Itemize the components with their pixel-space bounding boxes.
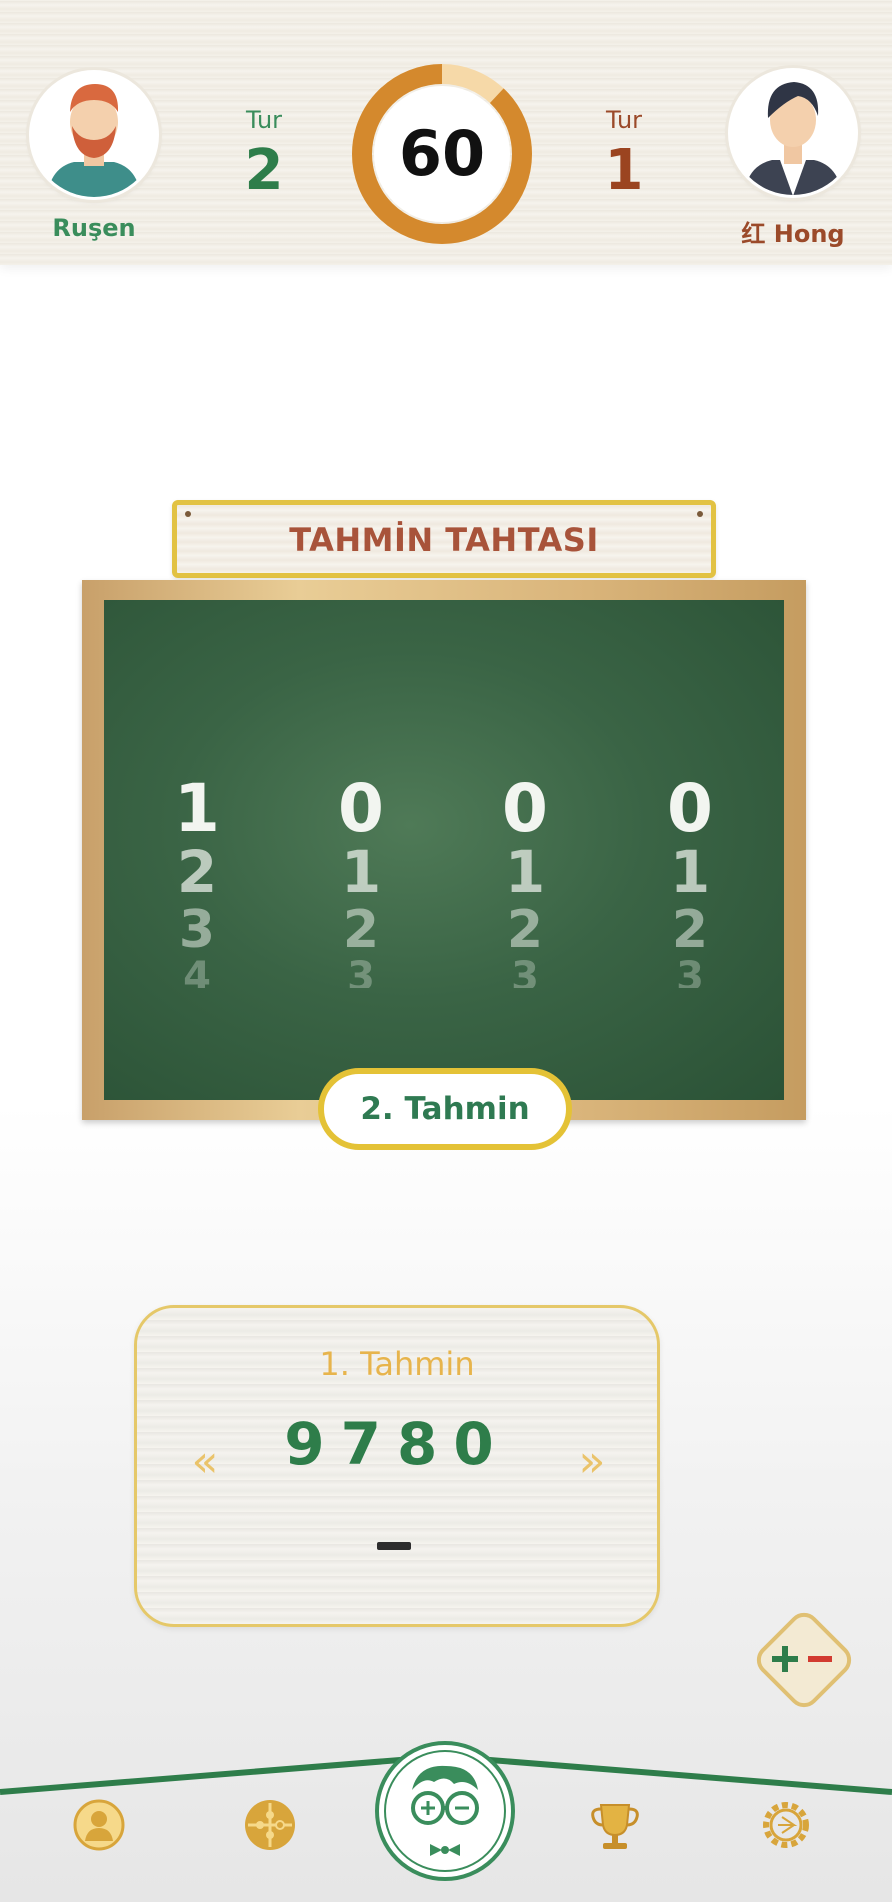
player-left-round-label: Tur bbox=[245, 106, 283, 134]
digit-option: 3 bbox=[676, 954, 704, 988]
digit-selected: 0 bbox=[667, 770, 713, 847]
digit-option: 3 bbox=[511, 954, 539, 988]
digit-option: 2 bbox=[506, 900, 544, 960]
man-in-suit-icon bbox=[744, 82, 842, 195]
history-guess-title: 1. Tahmin bbox=[319, 1345, 475, 1383]
player-right-avatar[interactable] bbox=[728, 68, 858, 198]
digit-option: 2 bbox=[176, 838, 218, 906]
player-right-round-label: Tur bbox=[605, 106, 643, 134]
digit-option: 4 bbox=[183, 954, 211, 988]
player-left-avatar[interactable] bbox=[29, 70, 159, 200]
digit-selected: 0 bbox=[338, 770, 384, 847]
game-header: Ruşen Tur 2 60 Tur 1 红 Hong bbox=[0, 0, 892, 265]
player-left-name: Ruşen bbox=[52, 214, 136, 242]
plus-minus-button[interactable] bbox=[748, 1604, 860, 1716]
profile-icon[interactable] bbox=[69, 1795, 129, 1855]
digit-selected: 0 bbox=[502, 770, 548, 847]
digit-option: 1 bbox=[669, 838, 711, 906]
digit-option: 2 bbox=[342, 900, 380, 960]
next-guess-button[interactable]: » bbox=[562, 1436, 622, 1487]
player-right-name: 红 Hong bbox=[741, 220, 845, 248]
timer-value: 60 bbox=[398, 117, 486, 190]
settings-icon[interactable] bbox=[756, 1795, 816, 1855]
player-right-round-value: 1 bbox=[604, 138, 644, 203]
player-left-round-value: 2 bbox=[244, 138, 284, 203]
puzzle-icon[interactable] bbox=[240, 1795, 300, 1855]
submit-guess-button[interactable]: 2. Tahmin bbox=[318, 1068, 572, 1150]
trophy-icon[interactable] bbox=[585, 1795, 645, 1855]
digit-option: 3 bbox=[178, 900, 216, 960]
center-mascot-button[interactable] bbox=[374, 1740, 516, 1882]
minus-icon bbox=[808, 1656, 832, 1662]
digit-option: 2 bbox=[671, 900, 709, 960]
digit-option: 1 bbox=[340, 838, 382, 906]
digit-selected: 1 bbox=[174, 770, 220, 847]
digit-option: 3 bbox=[347, 954, 375, 988]
history-result-dash bbox=[377, 1542, 411, 1550]
board-title-plank: TAHMİN TAHTASI bbox=[172, 500, 716, 578]
man-with-beard-icon bbox=[47, 84, 141, 197]
digit-option: 1 bbox=[504, 838, 546, 906]
board-title: TAHMİN TAHTASI bbox=[289, 521, 599, 559]
